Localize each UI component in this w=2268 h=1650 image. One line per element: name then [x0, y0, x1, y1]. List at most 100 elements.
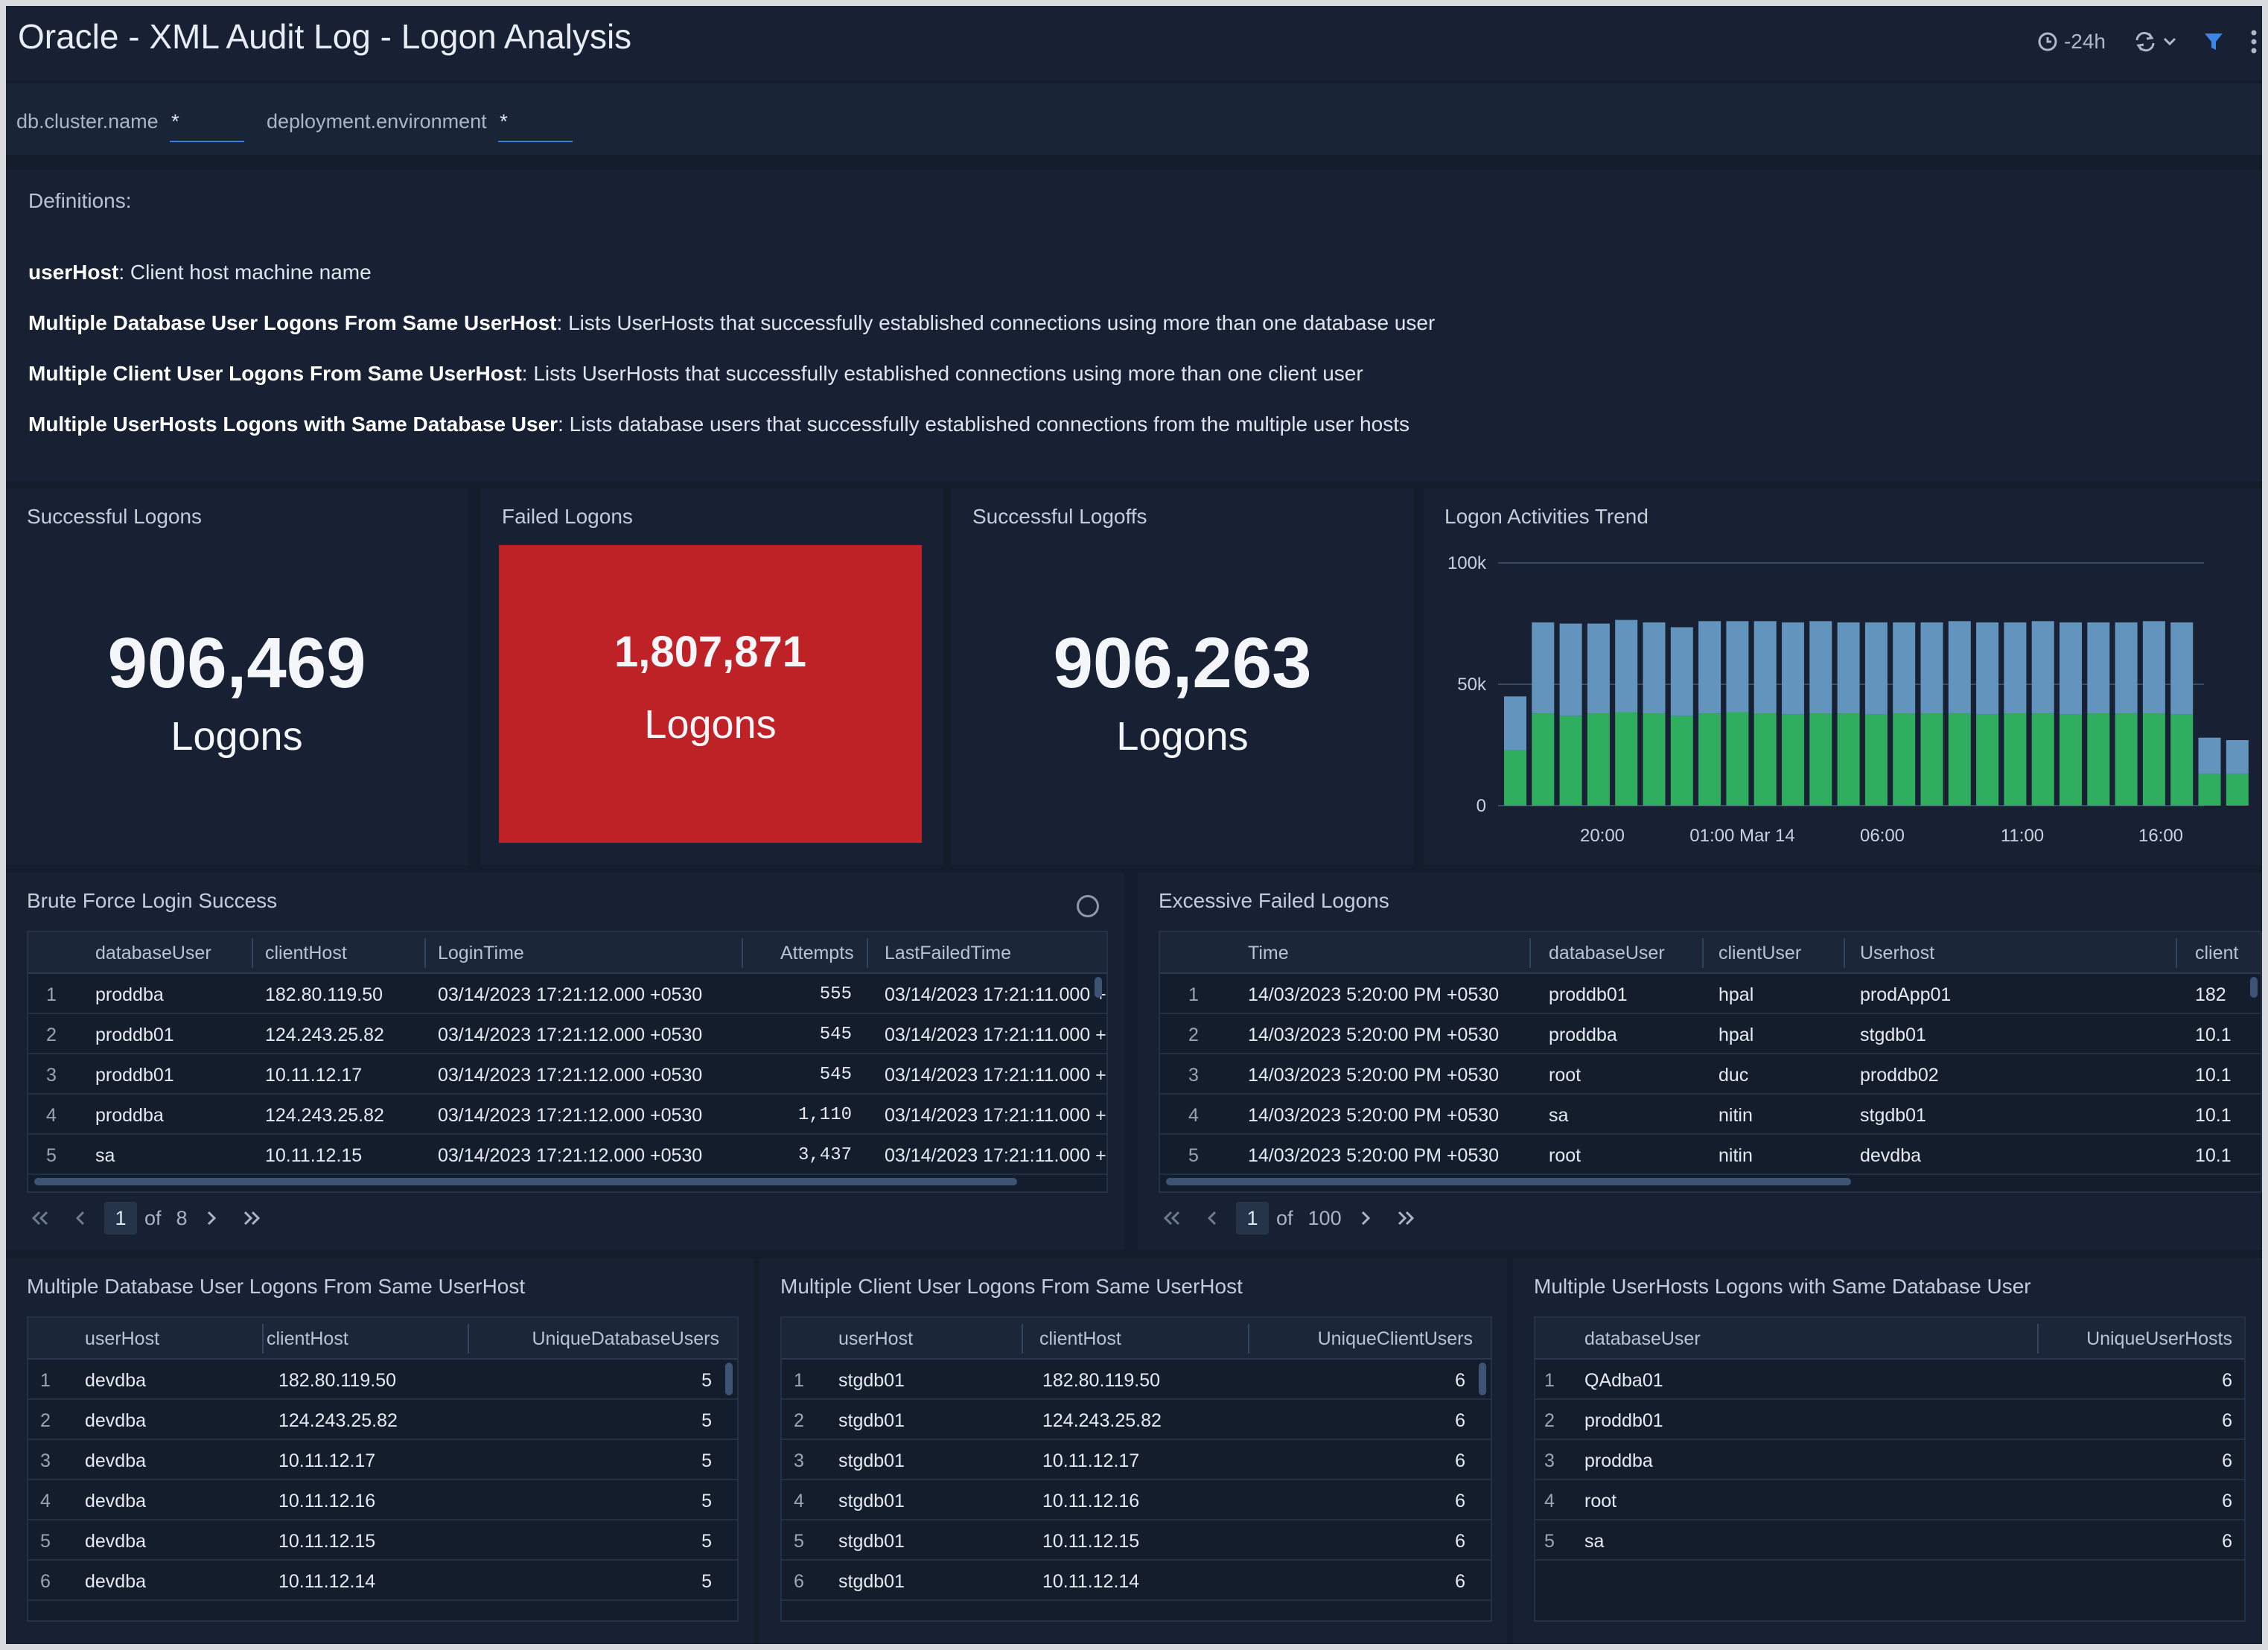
- time-range-button[interactable]: -24h: [2037, 30, 2106, 54]
- bar-segment-bottom: [1643, 713, 1666, 806]
- row-index: 2: [46, 1025, 57, 1045]
- cell-attempts: 1,110: [797, 1105, 852, 1125]
- first-page-button[interactable]: [1156, 1202, 1188, 1235]
- previous-page-button[interactable]: [1196, 1202, 1229, 1235]
- cell-count: 5: [701, 1491, 712, 1512]
- column-header-databaseuser[interactable]: databaseUser: [1584, 1328, 1701, 1350]
- filter-value-input[interactable]: *: [498, 110, 573, 142]
- row-index: 1: [40, 1370, 51, 1391]
- table-row[interactable]: 6 stgdb01 10.11.12.14 6: [782, 1561, 1491, 1601]
- column-header-databaseuser[interactable]: databaseUser: [1549, 943, 1665, 964]
- vertical-scrollbar[interactable]: [1095, 977, 1102, 998]
- filter-button[interactable]: [2202, 31, 2225, 53]
- bar-segment-top: [2087, 622, 2110, 714]
- column-header-client[interactable]: client: [2195, 943, 2238, 964]
- last-page-button[interactable]: [1389, 1202, 1422, 1235]
- cell-clienthost: 10.11.12.16: [1042, 1491, 1140, 1512]
- cell-clienthost: 10.11.12.15: [278, 1531, 376, 1552]
- table-row[interactable]: 2 14/03/2023 5:20:00 PM +0530 proddba hp…: [1160, 1014, 2261, 1054]
- column-header-userhost[interactable]: Userhost: [1860, 943, 1934, 964]
- table-row[interactable]: 5 sa 6: [1535, 1520, 2244, 1561]
- vertical-scrollbar[interactable]: [725, 1363, 733, 1395]
- cell-lastfailedtime: 03/14/2023 17:21:11.000 +: [885, 984, 1106, 1005]
- table-row[interactable]: 2 proddb01 6: [1535, 1400, 2244, 1440]
- table-row[interactable]: 2 devdba 124.243.25.82 5: [28, 1400, 737, 1440]
- bar-segment-bottom: [2198, 774, 2221, 806]
- table-row[interactable]: 1 devdba 182.80.119.50 5: [28, 1360, 737, 1400]
- table-row[interactable]: 4 proddba 124.243.25.82 03/14/2023 17:21…: [28, 1095, 1106, 1135]
- next-page-button[interactable]: [1349, 1202, 1382, 1235]
- column-header-uniqueuserhosts[interactable]: UniqueUserHosts: [2049, 1328, 2232, 1350]
- column-header-attempts[interactable]: Attempts: [780, 943, 854, 964]
- table-row[interactable]: 3 proddba 6: [1535, 1440, 2244, 1480]
- row-index: 5: [1544, 1531, 1555, 1552]
- column-header-userhost[interactable]: userHost: [838, 1328, 913, 1350]
- filter-value-input[interactable]: *: [170, 110, 245, 142]
- next-page-button[interactable]: [195, 1202, 228, 1235]
- more-options-button[interactable]: [2250, 28, 2258, 55]
- table-row[interactable]: 5 sa 10.11.12.15 03/14/2023 17:21:12.000…: [28, 1135, 1106, 1175]
- column-header-uniquedatabaseusers[interactable]: UniqueDatabaseUsers: [520, 1328, 719, 1350]
- table-row[interactable]: 3 stgdb01 10.11.12.17 6: [782, 1440, 1491, 1480]
- column-header-logintime[interactable]: LoginTime: [438, 943, 524, 964]
- bar-segment-bottom: [1559, 716, 1582, 806]
- horizontal-scrollbar[interactable]: [34, 1178, 1017, 1185]
- bar-segment-top: [2142, 621, 2165, 714]
- table-row[interactable]: 4 stgdb01 10.11.12.16 6: [782, 1480, 1491, 1520]
- bar-segment-bottom: [1532, 713, 1555, 806]
- column-divider: [2037, 1324, 2039, 1354]
- table-row[interactable]: 2 proddb01 124.243.25.82 03/14/2023 17:2…: [28, 1014, 1106, 1054]
- table-row[interactable]: 3 devdba 10.11.12.17 5: [28, 1440, 737, 1480]
- column-header-uniqueclientusers[interactable]: UniqueClientUsers: [1273, 1328, 1473, 1350]
- cell-clienthost: 124.243.25.82: [278, 1410, 398, 1431]
- previous-page-button[interactable]: [64, 1202, 97, 1235]
- cell-count: 6: [2222, 1410, 2232, 1431]
- table-row[interactable]: 4 root 6: [1535, 1480, 2244, 1520]
- table-row[interactable]: 3 proddb01 10.11.12.17 03/14/2023 17:21:…: [28, 1054, 1106, 1095]
- vertical-scrollbar[interactable]: [1479, 1363, 1486, 1395]
- column-header-clientuser[interactable]: clientUser: [1718, 943, 1801, 964]
- column-divider: [1022, 1324, 1023, 1354]
- table-row[interactable]: 5 14/03/2023 5:20:00 PM +0530 root nitin…: [1160, 1135, 2261, 1175]
- column-header-time[interactable]: Time: [1248, 943, 1289, 964]
- vertical-scrollbar[interactable]: [2250, 977, 2258, 998]
- logon-activities-trend-panel: Logon Activities Trend 0 50k 100k 20:00 01:0…: [1424, 488, 2262, 865]
- row-index: 4: [1188, 1105, 1199, 1126]
- table-row[interactable]: 1 stgdb01 182.80.119.50 6: [782, 1360, 1491, 1400]
- horizontal-scrollbar[interactable]: [1166, 1178, 1851, 1185]
- first-page-button[interactable]: [24, 1202, 57, 1235]
- failed-logons-value: 1,807,871: [614, 628, 807, 676]
- column-header-lastfailedtime[interactable]: LastFailedTime: [885, 943, 1011, 964]
- table-row[interactable]: 3 14/03/2023 5:20:00 PM +0530 root duc p…: [1160, 1054, 2261, 1095]
- column-header-userhost[interactable]: userHost: [85, 1328, 159, 1350]
- cell-count: 6: [1455, 1531, 1465, 1552]
- column-header-clienthost[interactable]: clientHost: [265, 943, 347, 964]
- column-header-clienthost[interactable]: clientHost: [1039, 1328, 1121, 1350]
- current-page-input[interactable]: 1: [104, 1202, 137, 1235]
- bar-segment-top: [1615, 619, 1638, 713]
- table-row[interactable]: 4 devdba 10.11.12.16 5: [28, 1480, 737, 1520]
- table-row[interactable]: 1 proddba 182.80.119.50 03/14/2023 17:21…: [28, 974, 1106, 1014]
- column-header-databaseuser[interactable]: databaseUser: [95, 943, 211, 964]
- clock-icon: [2037, 31, 2058, 52]
- cell-databaseuser: sa: [1584, 1531, 1605, 1552]
- table-row[interactable]: 4 14/03/2023 5:20:00 PM +0530 sa nitin s…: [1160, 1095, 2261, 1135]
- successful-logons-value: 906,469: [107, 623, 366, 703]
- column-header-clienthost[interactable]: clientHost: [267, 1328, 348, 1350]
- cell-lastfailedtime: 03/14/2023 17:21:11.000 +: [885, 1065, 1106, 1086]
- filter-db-cluster[interactable]: db.cluster.name *: [16, 110, 245, 142]
- last-page-button[interactable]: [235, 1202, 268, 1235]
- filter-deployment-environment[interactable]: deployment.environment *: [267, 110, 573, 142]
- row-index: 1: [1544, 1370, 1555, 1391]
- bar-segment-bottom: [2087, 713, 2110, 806]
- table-row[interactable]: 6 devdba 10.11.12.14 5: [28, 1561, 737, 1601]
- time-range-label: -24h: [2063, 30, 2106, 53]
- table-row[interactable]: 1 14/03/2023 5:20:00 PM +0530 proddb01 h…: [1160, 974, 2261, 1014]
- table-row[interactable]: 5 devdba 10.11.12.15 5: [28, 1520, 737, 1561]
- bar-segment-bottom: [2115, 713, 2138, 806]
- refresh-button[interactable]: [2132, 31, 2177, 53]
- table-row[interactable]: 2 stgdb01 124.243.25.82 6: [782, 1400, 1491, 1440]
- table-row[interactable]: 1 QAdba01 6: [1535, 1360, 2244, 1400]
- current-page-input[interactable]: 1: [1236, 1202, 1269, 1235]
- table-row[interactable]: 5 stgdb01 10.11.12.15 6: [782, 1520, 1491, 1561]
